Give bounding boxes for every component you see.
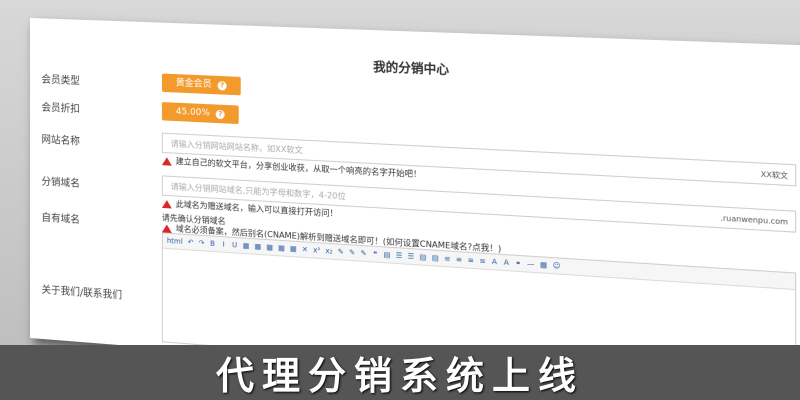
editor-toolbar-button[interactable]: ✎	[361, 249, 367, 258]
warning-icon	[161, 199, 172, 209]
editor-toolbar-button[interactable]: ⚭	[515, 259, 522, 268]
editor-toolbar-button[interactable]: ▤	[432, 254, 439, 263]
warning-icon	[161, 223, 172, 233]
about-label: 关于我们/联系我们	[41, 284, 123, 302]
editor-toolbar-button[interactable]: ☰	[396, 251, 403, 260]
page-title: 我的分销中心	[373, 59, 450, 78]
banner-caption: 代理分销系统上线	[0, 345, 800, 400]
editor-toolbar-button[interactable]: ▦	[243, 242, 250, 251]
editor-toolbar-button[interactable]: ✎	[338, 248, 344, 257]
member-type-badge: 黄金会员 ?	[161, 73, 241, 96]
distribution-domain-label: 分销域名	[41, 176, 80, 190]
distribution-center-panel: 我的分销中心 会员类型 黄金会员 ? 会员折扣 45.00% ? 网站名称 请输…	[30, 18, 800, 345]
member-type-label: 会员类型	[41, 74, 80, 88]
editor-toolbar-button[interactable]: A	[491, 257, 497, 266]
editor-toolbar-button[interactable]: ▦	[278, 244, 285, 253]
warning-icon	[161, 156, 172, 166]
editor-toolbar-button[interactable]: ≡	[468, 256, 474, 265]
editor-toolbar-button[interactable]: ❝	[372, 250, 378, 259]
editor-toolbar-button[interactable]: ≡	[456, 255, 462, 264]
editor-toolbar-button[interactable]: ↷	[199, 239, 205, 248]
member-discount-label: 会员折扣	[41, 102, 80, 116]
editor-toolbar-button[interactable]: html	[167, 237, 183, 246]
editor-toolbar-button[interactable]: ▦	[266, 243, 273, 252]
editor-toolbar-button[interactable]: ☺	[553, 261, 561, 270]
editor-toolbar-button[interactable]: ▦	[290, 245, 297, 254]
editor-toolbar-button[interactable]: —	[527, 260, 535, 269]
own-domain-label: 自有域名	[41, 212, 80, 227]
member-discount-badge: 45.00% ?	[161, 102, 240, 125]
site-name-label: 网站名称	[41, 134, 80, 148]
screenshot-stage: 我的分销中心 会员类型 黄金会员 ? 会员折扣 45.00% ? 网站名称 请输…	[0, 0, 800, 345]
editor-toolbar-button[interactable]: ▦	[254, 242, 261, 251]
distribution-domain-suffix: .ruanwenpu.com	[720, 214, 789, 227]
editor-toolbar-button[interactable]: ☰	[408, 252, 415, 261]
editor-toolbar-button[interactable]: x²	[313, 246, 320, 255]
editor-toolbar-button[interactable]: x₂	[325, 247, 332, 256]
editor-toolbar-button[interactable]: ✎	[349, 248, 355, 257]
editor-toolbar-button[interactable]: I	[221, 240, 227, 249]
editor-toolbar-button[interactable]: ▦	[540, 261, 547, 270]
editor-toolbar-button[interactable]: ≡	[479, 257, 485, 266]
editor-toolbar-button[interactable]: ▤	[420, 253, 427, 262]
distribution-domain-placeholder: 请输入分销网站域名,只能为字母和数字，4-20位	[170, 181, 346, 202]
member-type-value: 黄金会员	[175, 78, 212, 90]
editor-toolbar-button[interactable]: A	[503, 258, 509, 267]
editor-toolbar-button[interactable]: B	[210, 239, 216, 249]
editor-toolbar-button[interactable]: ≡	[444, 254, 450, 263]
site-name-suffix: XX软文	[760, 170, 789, 181]
editor-toolbar-button[interactable]: ✕	[302, 245, 308, 254]
member-discount-value: 45.00%	[175, 106, 210, 119]
editor-toolbar-button[interactable]: U	[232, 241, 238, 250]
editor-toolbar-button[interactable]: ▤	[384, 251, 391, 260]
site-name-placeholder: 请输入分销网站网站名称，如XX软文	[170, 139, 303, 156]
info-icon[interactable]: ?	[217, 80, 227, 91]
editor-toolbar-button[interactable]: ↶	[188, 238, 194, 247]
info-icon[interactable]: ?	[215, 109, 225, 119]
